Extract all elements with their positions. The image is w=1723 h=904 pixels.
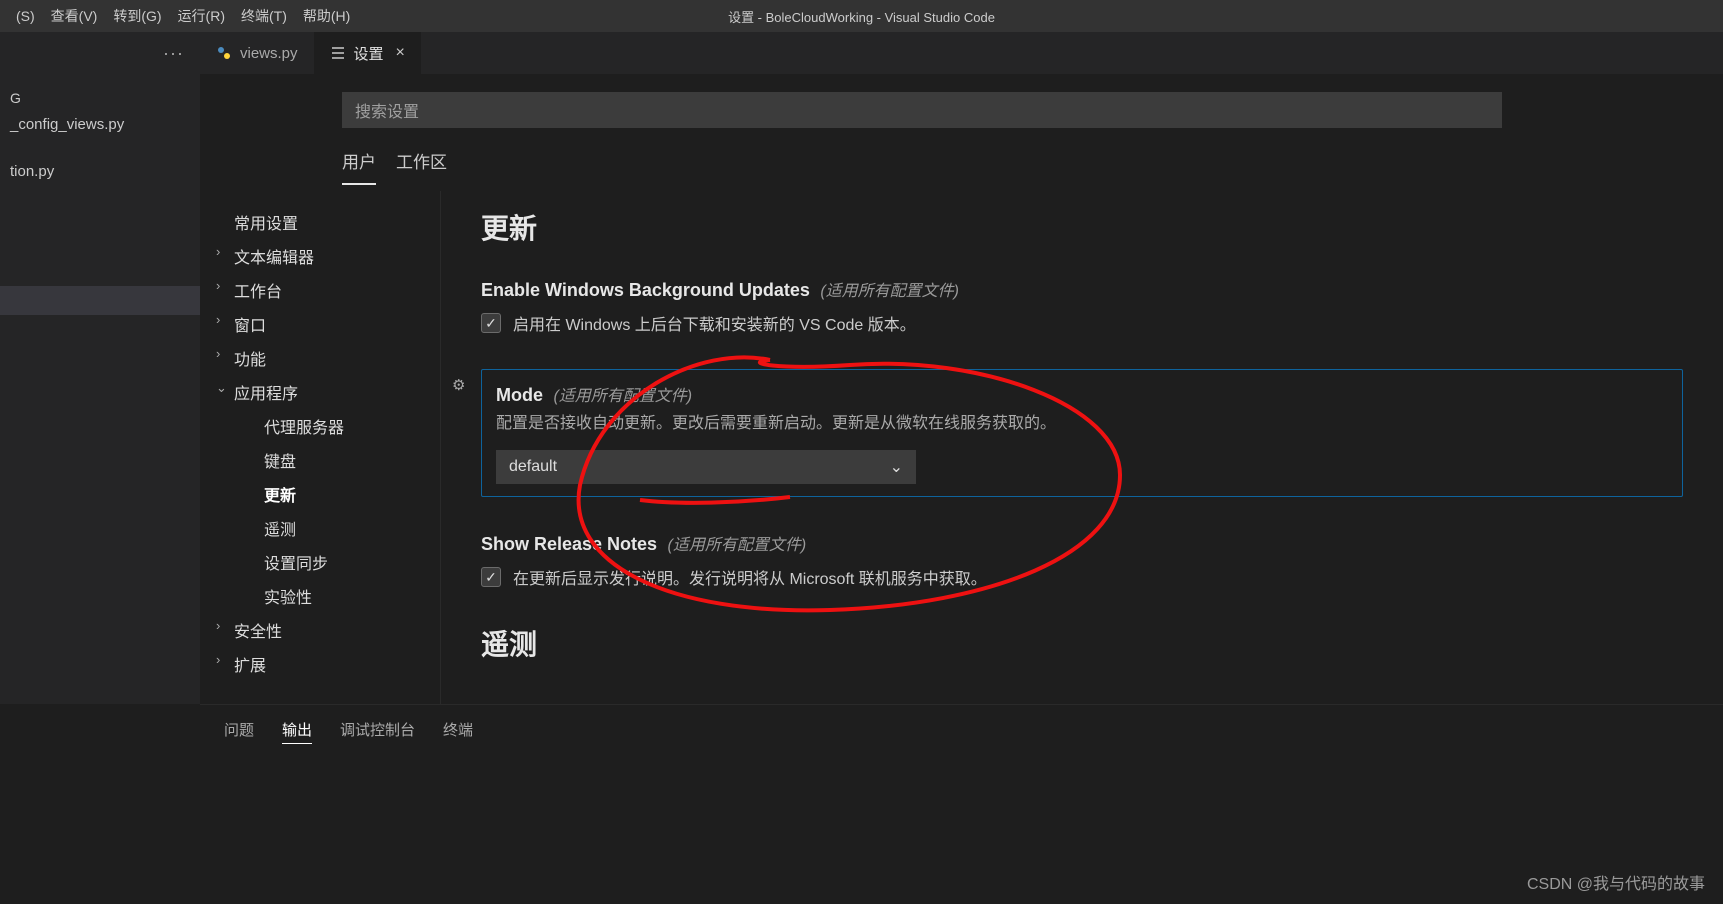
chevron-right-icon: › — [216, 346, 220, 361]
menu-item-run[interactable]: 运行(R) — [170, 6, 233, 26]
chevron-down-icon: ⌄ — [216, 380, 227, 396]
editor-tabs: ··· views.py 设置 × — [0, 32, 1723, 74]
panel-tab-problems[interactable]: 问题 — [224, 719, 254, 744]
setting-scope-note: (适用所有配置文件) — [668, 537, 807, 554]
menu-item-goto[interactable]: 转到(G) — [105, 6, 169, 26]
setting-desc: 在更新后显示发行说明。发行说明将从 Microsoft 联机服务中获取。 — [513, 565, 987, 589]
file-item[interactable]: tion.py — [0, 157, 200, 186]
settings-editor: 搜索设置 用户 工作区 常用设置 ›文本编辑器 ›工作台 ›窗口 ›功能 ⌄应用… — [200, 74, 1723, 704]
toc-experimental[interactable]: 实验性 — [216, 579, 440, 613]
section-telemetry-heading: 遥测 — [481, 623, 1683, 663]
setting-enable-windows-bg-updates: Enable Windows Background Updates (适用所有配… — [481, 271, 1683, 341]
setting-update-mode: ⚙ Mode (适用所有配置文件) 配置是否接收自动更新。更改后需要重新启动。更… — [481, 369, 1683, 497]
dropdown-value: default — [509, 458, 557, 476]
toc-workbench[interactable]: ›工作台 — [216, 273, 440, 307]
tab-views-py[interactable]: views.py — [200, 32, 314, 74]
tab-label: views.py — [240, 45, 298, 62]
setting-scope-note: (适用所有配置文件) — [553, 388, 692, 405]
setting-scope-note: (适用所有配置文件) — [820, 283, 959, 300]
panel-tab-terminal[interactable]: 终端 — [443, 719, 473, 744]
scope-workspace[interactable]: 工作区 — [396, 148, 447, 185]
panel-tab-debug[interactable]: 调试控制台 — [340, 719, 415, 744]
setting-desc: 启用在 Windows 上后台下载和安装新的 VS Code 版本。 — [513, 311, 916, 335]
menu-item-s[interactable]: (S) — [8, 8, 43, 24]
toc-features[interactable]: ›功能 — [216, 341, 440, 375]
toc-sync[interactable]: 设置同步 — [216, 545, 440, 579]
file-item[interactable]: _config_views.py — [0, 110, 200, 139]
toc-window[interactable]: ›窗口 — [216, 307, 440, 341]
toc-keyboard[interactable]: 键盘 — [216, 443, 440, 477]
checkbox-srn[interactable] — [481, 567, 501, 587]
tab-label: 设置 — [354, 43, 384, 64]
watermark: CSDN @我与代码的故事 — [1527, 870, 1705, 894]
settings-content: 更新 Enable Windows Background Updates (适用… — [440, 191, 1723, 707]
toc-proxy[interactable]: 代理服务器 — [216, 409, 440, 443]
checkbox-ewbu[interactable] — [481, 313, 501, 333]
toc-telemetry[interactable]: 遥测 — [216, 511, 440, 545]
menubar: (S) 查看(V) 转到(G) 运行(R) 终端(T) 帮助(H) 设置 - B… — [0, 0, 1723, 32]
chevron-right-icon: › — [216, 278, 220, 293]
window-title: 设置 - BoleCloudWorking - Visual Studio Co… — [728, 7, 995, 26]
explorer-actions: ··· — [0, 32, 200, 74]
scope-user[interactable]: 用户 — [342, 148, 376, 185]
setting-title: Enable Windows Background Updates — [481, 280, 810, 300]
toc-update[interactable]: 更新 — [216, 477, 440, 511]
python-icon — [216, 45, 232, 61]
bottom-panel: 问题 输出 调试控制台 终端 — [200, 704, 1723, 904]
chevron-right-icon: › — [216, 618, 220, 633]
chevron-right-icon: › — [216, 244, 220, 259]
chevron-right-icon: › — [216, 652, 220, 667]
settings-scope-tabs: 用户 工作区 — [342, 148, 1723, 185]
menu-item-help[interactable]: 帮助(H) — [295, 6, 358, 26]
settings-list-icon — [330, 45, 346, 61]
toc-app[interactable]: ⌄应用程序 — [216, 375, 440, 409]
menu-item-view[interactable]: 查看(V) — [43, 6, 106, 26]
explorer-sidebar: G _config_views.py tion.py — [0, 74, 200, 704]
panel-tabs: 问题 输出 调试控制台 终端 — [200, 705, 1723, 758]
menu-item-terminal[interactable]: 终端(T) — [233, 6, 295, 26]
chevron-right-icon: › — [216, 312, 220, 327]
mode-dropdown[interactable]: default ⌄ — [496, 450, 916, 484]
file-item-selected[interactable] — [0, 286, 200, 315]
toc-extensions[interactable]: ›扩展 — [216, 647, 440, 681]
chevron-down-icon: ⌄ — [890, 457, 903, 477]
search-placeholder: 搜索设置 — [355, 98, 419, 122]
tab-settings[interactable]: 设置 × — [314, 32, 421, 74]
toc-security[interactable]: ›安全性 — [216, 613, 440, 647]
setting-title: Show Release Notes — [481, 534, 657, 554]
setting-title: Mode — [496, 385, 543, 405]
settings-toc: 常用设置 ›文本编辑器 ›工作台 ›窗口 ›功能 ⌄应用程序 代理服务器 键盘 … — [200, 191, 440, 707]
section-update-heading: 更新 — [481, 207, 1683, 247]
more-icon[interactable]: ··· — [163, 43, 184, 64]
toc-editor[interactable]: ›文本编辑器 — [216, 239, 440, 273]
close-icon[interactable]: × — [396, 44, 405, 62]
panel-tab-output[interactable]: 输出 — [282, 719, 312, 744]
explorer-header: G — [0, 86, 200, 110]
setting-show-release-notes: Show Release Notes (适用所有配置文件) 在更新后显示发行说明… — [481, 525, 1683, 595]
toc-common[interactable]: 常用设置 — [216, 205, 440, 239]
gear-icon[interactable]: ⚙ — [452, 376, 465, 394]
main-area: G _config_views.py tion.py 搜索设置 用户 工作区 常… — [0, 74, 1723, 704]
setting-desc: 配置是否接收自动更新。更改后需要重新启动。更新是从微软在线服务获取的。 — [496, 412, 1668, 436]
settings-search-input[interactable]: 搜索设置 — [342, 92, 1502, 128]
